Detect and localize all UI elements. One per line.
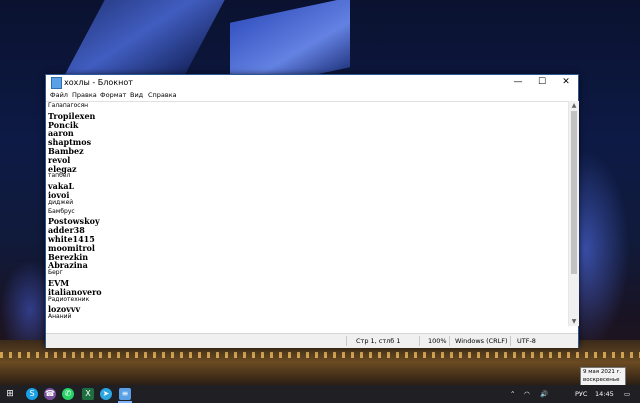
- text-line: Радиотехник: [48, 295, 90, 303]
- status-separator: [346, 336, 347, 346]
- taskbar: ⊞ S ☎ ✆ X ➤ ≡ ⌃ ◠ 🔊 РУС 14:45 ▭: [0, 385, 640, 403]
- text-line: Бамбрус: [48, 207, 75, 215]
- menu-format[interactable]: Формат: [100, 90, 126, 101]
- status-line-endings: Windows (CRLF): [455, 337, 508, 345]
- wallpaper-city-lights: [0, 352, 640, 358]
- scroll-up-arrow-icon[interactable]: ▲: [569, 101, 579, 110]
- title-bar[interactable]: хохлы - Блокнот — ☐ ✕: [46, 75, 578, 90]
- wallpaper-bridge-left: [64, 0, 236, 75]
- tray-wifi-icon[interactable]: ◠: [524, 385, 530, 403]
- window-title: хохлы - Блокнот: [64, 78, 133, 87]
- close-button[interactable]: ✕: [554, 75, 578, 90]
- whatsapp-icon[interactable]: ✆: [62, 388, 74, 400]
- menu-edit[interactable]: Правка: [72, 90, 97, 101]
- minimize-button[interactable]: —: [506, 75, 530, 90]
- notepad-icon: [51, 77, 62, 89]
- status-zoom: 100%: [428, 337, 447, 345]
- status-encoding: UTF-8: [517, 337, 536, 345]
- tooltip-date: 9 мая 2021 г.: [583, 369, 622, 375]
- scroll-down-arrow-icon[interactable]: ▼: [569, 317, 579, 326]
- status-separator: [419, 336, 420, 346]
- notepad-taskbar-icon[interactable]: ≡: [119, 388, 131, 400]
- windows-start-icon[interactable]: ⊞: [4, 388, 16, 400]
- text-editor[interactable]: Галапагосян Tropilexen Poncik aaron shaptmos…: [46, 101, 568, 327]
- tray-network-icon[interactable]: ⌃: [510, 385, 515, 403]
- menu-help[interactable]: Справка: [148, 90, 177, 101]
- vertical-scrollbar[interactable]: ▲ ▼: [568, 101, 579, 326]
- menu-file[interactable]: Файл: [50, 90, 68, 101]
- menu-bar: Файл Правка Формат Вид Справка: [46, 90, 578, 101]
- tray-clock[interactable]: 14:45: [595, 385, 614, 403]
- text-line: Берг: [48, 269, 63, 277]
- scrollbar-thumb[interactable]: [571, 111, 577, 274]
- viber-icon[interactable]: ☎: [44, 388, 56, 400]
- notepad-window[interactable]: хохлы - Блокнот — ☐ ✕ Файл Правка Формат…: [45, 74, 579, 348]
- telegram-icon[interactable]: ➤: [100, 388, 112, 400]
- status-bar: Стр 1, стлб 1 100% Windows (CRLF) UTF-8: [46, 333, 578, 348]
- excel-icon[interactable]: X: [82, 388, 94, 400]
- text-line: Ананий: [48, 313, 72, 321]
- text-line: тапбел: [48, 172, 71, 180]
- tray-volume-icon[interactable]: 🔊: [540, 385, 548, 403]
- text-line: диджей: [48, 198, 74, 206]
- notification-icon[interactable]: ▭: [624, 385, 630, 403]
- skype-icon[interactable]: S: [26, 388, 38, 400]
- text-line: Галапагосян: [48, 102, 89, 109]
- status-position: Стр 1, стлб 1: [356, 337, 401, 345]
- tray-language[interactable]: РУС: [575, 385, 587, 403]
- tooltip-day: воскресенье: [583, 377, 620, 383]
- status-separator: [449, 336, 450, 346]
- menu-view[interactable]: Вид: [130, 90, 143, 101]
- status-separator: [510, 336, 511, 346]
- maximize-button[interactable]: ☐: [530, 75, 554, 90]
